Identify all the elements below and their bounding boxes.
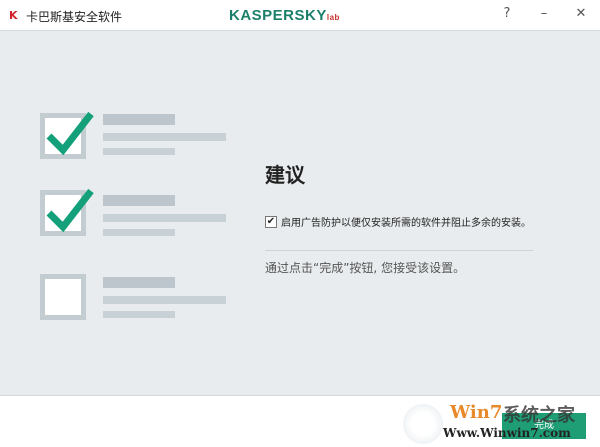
logo-text: KASPERSKY: [229, 7, 327, 24]
windows-logo-icon: [403, 404, 443, 444]
done-button[interactable]: 完成: [502, 413, 586, 439]
kaspersky-logo: KASPERSKYlab: [229, 7, 340, 24]
illustration-bar: [103, 214, 226, 222]
illustration-bar: [103, 148, 175, 155]
illustration-bar: [103, 195, 175, 206]
illustration-bar: [103, 133, 226, 141]
illustration-checked-box-icon: [40, 111, 94, 159]
watermark-brand: Win7: [450, 402, 503, 423]
illustration-bar: [103, 114, 175, 125]
help-button[interactable]: ?: [497, 6, 517, 21]
main-panel: 建议 ✔ 启用广告防护以便仅安装所需的软件并阻止多余的安装。 通过点击“完成”按…: [0, 31, 600, 395]
illustration-checked-box-icon: [40, 188, 94, 236]
minimize-button[interactable]: –: [534, 6, 554, 21]
illustration-bar: [103, 229, 175, 236]
page-heading: 建议: [265, 163, 305, 187]
logo-lab: lab: [326, 13, 340, 22]
ad-protection-label: 启用广告防护以便仅安装所需的软件并阻止多余的安装。: [281, 218, 531, 229]
illustration-bar: [103, 296, 226, 304]
illustration-empty-box-icon: [40, 274, 86, 320]
illustration-bar: [103, 311, 175, 318]
app-title: 卡巴斯基安全软件: [26, 10, 123, 24]
ad-protection-checkbox[interactable]: ✔: [265, 215, 277, 228]
illustration-bar: [103, 277, 175, 288]
hint-text: 通过点击“完成”按钮, 您接受该设置。: [265, 261, 466, 275]
close-button[interactable]: ✕: [571, 6, 591, 21]
title-bar: K 卡巴斯基安全软件 KASPERSKYlab ? – ✕: [0, 0, 600, 31]
kaspersky-app-icon: K: [9, 9, 18, 22]
footer: 完成 Win7 系统之家 Www.Winwin7.com: [0, 395, 600, 447]
divider: [265, 250, 533, 251]
ad-protection-option[interactable]: ✔ 启用广告防护以便仅安装所需的软件并阻止多余的安装。: [265, 214, 531, 229]
